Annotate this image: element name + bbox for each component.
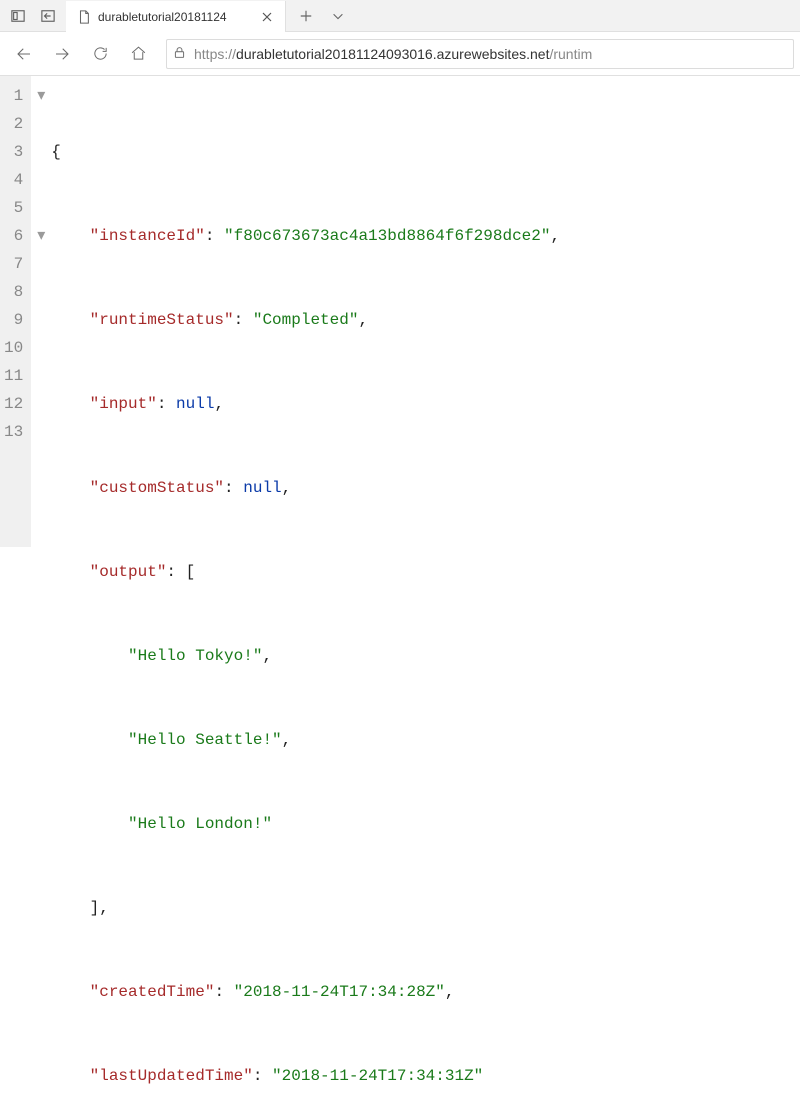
lock-icon: [173, 46, 186, 62]
back-button[interactable]: [6, 36, 42, 72]
line-number: 9: [4, 306, 23, 334]
line-number: 13: [4, 418, 23, 446]
page-icon: [76, 9, 92, 25]
browser-tab[interactable]: durabletutorial20181124: [66, 1, 286, 32]
line-number: 5: [4, 194, 23, 222]
code-body: { "instanceId": "f80c673673ac4a13bd8864f…: [51, 76, 560, 547]
tab-set-aside-icon[interactable]: [34, 2, 62, 30]
refresh-button[interactable]: [82, 36, 118, 72]
url-host: durabletutorial20181124093016.azurewebsi…: [236, 46, 549, 62]
line-number: 10: [4, 334, 23, 362]
close-icon[interactable]: [259, 9, 275, 25]
tab-tools: [0, 0, 66, 31]
line-number: 12: [4, 390, 23, 418]
line-number: 2: [4, 110, 23, 138]
titlebar: durabletutorial20181124: [0, 0, 800, 32]
line-number: 11: [4, 362, 23, 390]
new-tab-button[interactable]: [292, 2, 320, 30]
fold-gutter: ▾ ▾: [31, 76, 51, 547]
line-gutter: 12345678910111213: [0, 76, 31, 547]
tab-title: durabletutorial20181124: [98, 10, 253, 24]
line-number: 8: [4, 278, 23, 306]
fold-toggle[interactable]: ▾: [31, 222, 51, 250]
toolbar: https://durabletutorial20181124093016.az…: [0, 32, 800, 76]
url-protocol: https://: [194, 46, 236, 62]
home-button[interactable]: [120, 36, 156, 72]
url-text: https://durabletutorial20181124093016.az…: [194, 46, 592, 62]
line-number: 1: [4, 82, 23, 110]
address-bar[interactable]: https://durabletutorial20181124093016.az…: [166, 39, 794, 69]
json-viewer: 12345678910111213 ▾ ▾ { "instanceId": "f…: [0, 76, 800, 547]
line-number: 6: [4, 222, 23, 250]
tab-dropdown-icon[interactable]: [324, 2, 352, 30]
line-number: 7: [4, 250, 23, 278]
line-number: 3: [4, 138, 23, 166]
newtab-area: [286, 0, 358, 31]
line-number: 4: [4, 166, 23, 194]
forward-button[interactable]: [44, 36, 80, 72]
fold-toggle[interactable]: ▾: [31, 82, 51, 110]
url-path: /runtim: [549, 46, 592, 62]
tab-aside-icon[interactable]: [4, 2, 32, 30]
